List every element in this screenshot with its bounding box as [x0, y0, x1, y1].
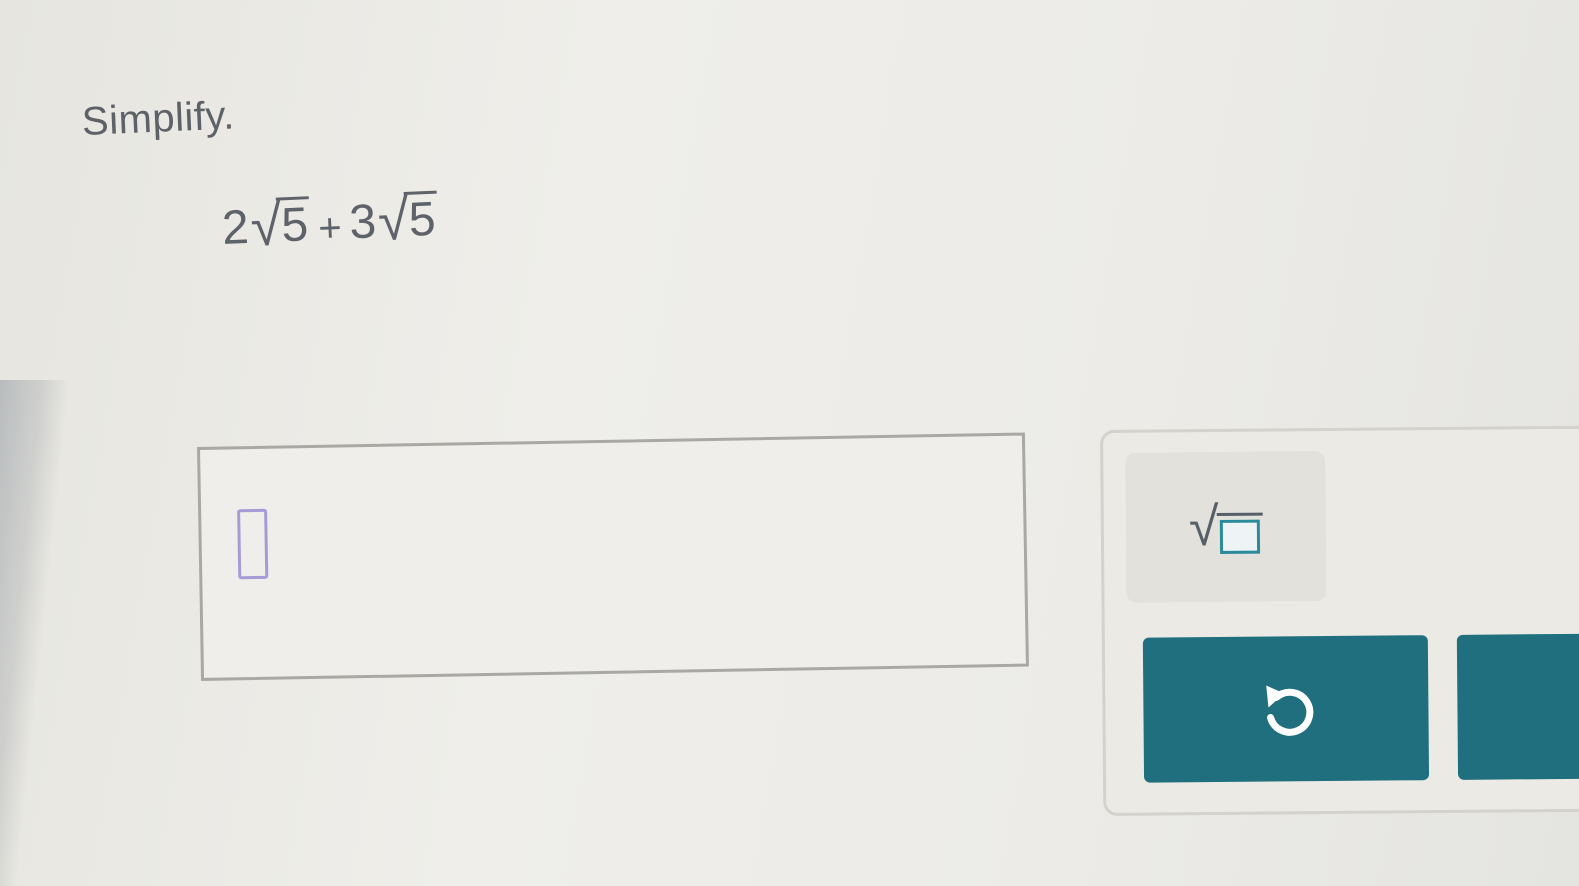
term2-radicand: 5	[403, 190, 439, 248]
term1-radicand: 5	[276, 196, 312, 254]
term1-radical: √ 5	[249, 193, 312, 258]
question-prompt: Simplify.	[81, 93, 236, 144]
monitor-bezel	[0, 380, 71, 886]
screen: Simplify. 2 √ 5 + 3 √ 5 √	[0, 0, 1579, 886]
input-cursor-slot[interactable]	[237, 508, 269, 580]
term2-radical: √ 5	[377, 188, 439, 252]
square-root-button[interactable]: √	[1125, 451, 1327, 603]
answer-input[interactable]	[197, 432, 1029, 681]
term1-coefficient: 2	[220, 200, 250, 255]
term2-coefficient: 3	[348, 195, 378, 250]
undo-icon	[1258, 679, 1315, 739]
check-answer-button[interactable]	[1456, 633, 1579, 780]
undo-button[interactable]	[1142, 635, 1430, 783]
square-root-template-icon: √	[1189, 497, 1263, 557]
math-expression: 2 √ 5 + 3 √ 5	[220, 188, 439, 258]
math-keypad: √	[1100, 425, 1579, 816]
plus-operator: +	[317, 205, 343, 251]
